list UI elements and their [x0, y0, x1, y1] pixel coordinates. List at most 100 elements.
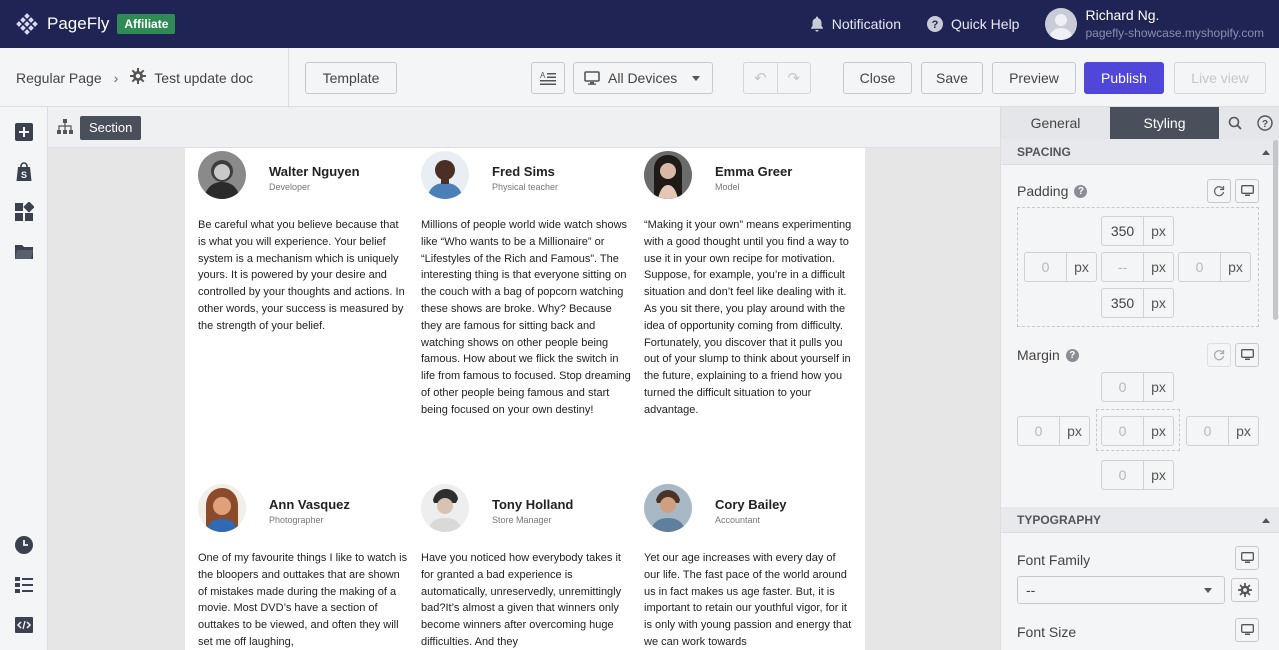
testimonial-text: “Making it your own” means experimenting… [644, 219, 852, 416]
chevron-up-icon [1262, 150, 1270, 155]
blocks-icon[interactable] [13, 201, 35, 223]
panel-scrollbar[interactable] [1273, 140, 1278, 320]
margin-label-text: Margin [1017, 347, 1060, 363]
undo-redo-group: ↶ ↷ [743, 62, 811, 94]
unit-label[interactable]: px [1229, 417, 1258, 445]
help-icon[interactable]: ? [1065, 348, 1079, 362]
person-role: Accountant [715, 515, 761, 525]
gear-icon[interactable] [1231, 578, 1259, 602]
text-align-icon: A [540, 71, 556, 85]
margin-center-input[interactable]: 0 px [1101, 416, 1174, 446]
divider [288, 48, 289, 107]
refresh-icon[interactable] [1207, 179, 1231, 203]
tab-styling[interactable]: Styling [1110, 107, 1219, 139]
spacing-section-header[interactable]: SPACING [1001, 139, 1279, 165]
save-button[interactable]: Save [921, 62, 983, 94]
padding-center-input[interactable]: -- px [1101, 252, 1174, 282]
user-menu[interactable]: Richard Ng. pagefly-showcase.myshopify.c… [1045, 7, 1264, 41]
typography-header: TYPOGRAPHY [1017, 513, 1102, 527]
bell-icon [810, 16, 823, 32]
tree-icon[interactable] [57, 119, 73, 140]
person-name: Emma Greer [715, 164, 793, 179]
desktop-icon[interactable] [1235, 546, 1259, 570]
folder-icon[interactable] [13, 241, 35, 263]
unit-label[interactable]: px [1144, 373, 1173, 401]
template-button[interactable]: Template [305, 62, 397, 94]
brand-name: PageFly [47, 14, 110, 33]
search-icon[interactable] [1219, 107, 1250, 139]
breadcrumb-page-type[interactable]: Regular Page [16, 70, 102, 86]
person-name: Cory Bailey [715, 497, 787, 512]
user-name: Richard Ng. [1085, 7, 1160, 23]
desktop-icon[interactable] [1235, 179, 1259, 203]
code-icon[interactable] [13, 614, 35, 636]
unit-label[interactable]: px [1144, 417, 1173, 445]
canvas[interactable]: Walter Nguyen Developer Be careful what … [48, 148, 1000, 650]
add-icon[interactable] [13, 121, 35, 143]
typography-section-header[interactable]: TYPOGRAPHY [1001, 507, 1279, 533]
padding-right-value: 0 [1179, 253, 1221, 281]
quick-help-link[interactable]: ? Quick Help [927, 16, 1019, 32]
person-role: Physical teacher [492, 182, 559, 192]
pagefly-logo-icon [16, 13, 38, 35]
page-name[interactable]: Test update doc [154, 70, 253, 86]
close-button[interactable]: Close [843, 62, 912, 94]
testimonial-text: Have you noticed how everybody takes it … [421, 552, 622, 648]
redo-icon[interactable]: ↷ [776, 63, 811, 93]
unit-label[interactable]: px [1144, 253, 1173, 281]
unit-label[interactable]: px [1144, 289, 1173, 317]
brand[interactable]: PageFly Affiliate [16, 13, 176, 35]
font-family-select[interactable]: -- [1017, 576, 1225, 604]
help-icon[interactable]: ? [1250, 107, 1279, 139]
quick-help-label: Quick Help [951, 16, 1020, 32]
desktop-icon[interactable] [1235, 618, 1259, 642]
padding-top-input[interactable]: 350 px [1101, 216, 1174, 246]
devices-dropdown[interactable]: All Devices [573, 62, 713, 94]
tab-general[interactable]: General [1001, 107, 1110, 139]
margin-bottom-input[interactable]: 0 px [1101, 460, 1174, 490]
padding-center-value: -- [1102, 253, 1144, 281]
testimonial-text: Millions of people world wide watch show… [421, 219, 631, 416]
preview-button[interactable]: Preview [992, 62, 1076, 94]
padding-label-text: Padding [1017, 183, 1069, 199]
unit-label[interactable]: px [1060, 417, 1089, 445]
unit-label[interactable]: px [1067, 253, 1096, 281]
list-icon[interactable] [13, 574, 35, 596]
unit-label[interactable]: px [1144, 217, 1173, 245]
person-role: Developer [269, 182, 311, 192]
margin-top-input[interactable]: 0 px [1101, 372, 1174, 402]
live-view-button[interactable]: Live view [1174, 62, 1266, 94]
padding-bottom-input[interactable]: 350 px [1101, 288, 1174, 318]
undo-icon[interactable]: ↶ [744, 63, 777, 93]
user-shop: pagefly-showcase.myshopify.com [1085, 26, 1264, 40]
svg-text:S: S [21, 170, 27, 180]
panel-tabs: General Styling ? [1001, 107, 1279, 139]
help-icon[interactable]: ? [1074, 184, 1088, 198]
padding-right-input[interactable]: 0 px [1178, 252, 1251, 282]
margin-left-input[interactable]: 0 px [1017, 416, 1090, 446]
affiliate-badge[interactable]: Affiliate [117, 14, 176, 34]
text-align-button[interactable]: A [531, 62, 565, 94]
canvas-header: Section [48, 107, 1000, 148]
margin-left-value: 0 [1018, 417, 1060, 445]
history-icon[interactable] [13, 534, 35, 556]
avatar [421, 151, 469, 199]
unit-label[interactable]: px [1144, 461, 1173, 489]
publish-button[interactable]: Publish [1084, 62, 1164, 94]
chevron-down-icon [1204, 588, 1212, 593]
top-bar: PageFly Affiliate Notification ? Quick H… [0, 0, 1279, 48]
shopify-bag-icon[interactable]: S [13, 161, 35, 183]
refresh-icon[interactable] [1207, 343, 1231, 367]
unit-label[interactable]: px [1221, 253, 1250, 281]
gear-icon[interactable] [130, 68, 147, 87]
padding-label: Padding ? [1017, 183, 1088, 199]
person-name: Ann Vasquez [269, 497, 350, 512]
notification-link[interactable]: Notification [810, 16, 901, 32]
avatar [198, 151, 246, 199]
margin-right-input[interactable]: 0 px [1186, 416, 1259, 446]
section-tag[interactable]: Section [80, 116, 142, 140]
desktop-icon[interactable] [1235, 343, 1259, 367]
question-circle-icon: ? [927, 16, 943, 32]
padding-left-input[interactable]: 0 px [1024, 252, 1097, 282]
margin-bottom-value: 0 [1102, 461, 1144, 489]
